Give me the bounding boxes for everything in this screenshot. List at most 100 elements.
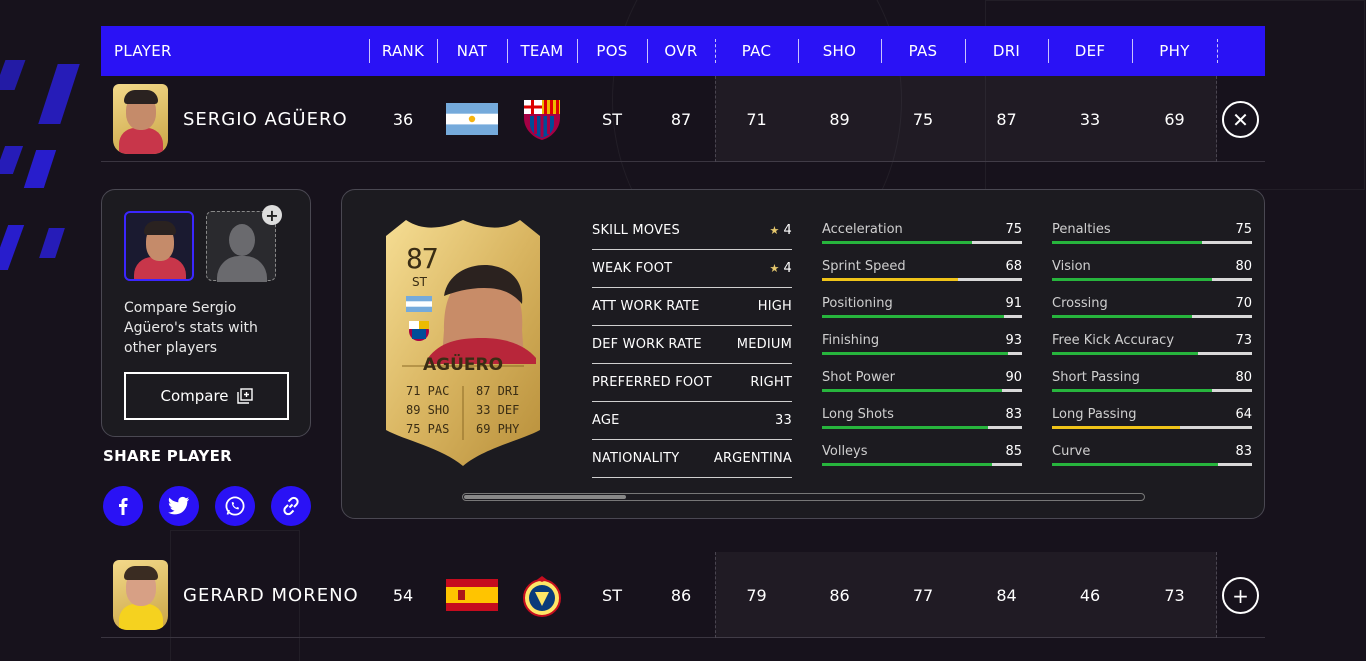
attribute-label: AGE [592,413,620,428]
player-rank: 36 [392,109,414,129]
table-row[interactable]: GERARD MORENO 54 ST 86 79 86 77 84 46 73… [101,552,1265,638]
player-dri: 84 [996,585,1017,605]
close-icon[interactable]: ✕ [1222,101,1259,138]
stat-row: Volleys 85 [822,434,1022,471]
header-pac[interactable]: PAC [715,26,798,76]
nation-flag [437,552,507,638]
stat-label: Penalties [1052,222,1111,237]
player-detail-panel: 87 ST AGÜERO 71 PAC 89 SHO 75 PAS 87 DRI… [341,189,1265,519]
horizontal-scrollbar[interactable] [462,493,1145,501]
facebook-icon[interactable] [103,486,143,526]
header-nat[interactable]: NAT [437,26,507,76]
card-stat: 69 PHY [476,422,520,436]
table-header: PLAYER RANK NAT TEAM POS OVR PAC SHO PAS… [101,26,1265,76]
stat-label: Finishing [822,333,880,348]
stat-bar-fill [1052,426,1180,429]
card-stat: 89 SHO [406,403,450,417]
compare-button[interactable]: Compare [124,372,289,420]
add-player-icon[interactable]: + [262,205,282,225]
card-stat: 33 DEF [476,403,520,417]
stat-bar [822,389,1022,392]
attribute-value: MEDIUM [736,337,792,352]
player-name[interactable]: GERARD MORENO [183,552,359,638]
stat-row: Short Passing 80 [1052,360,1252,397]
link-icon[interactable] [271,486,311,526]
stat-bar-fill [1052,278,1212,281]
stat-row: Curve 83 [1052,434,1252,471]
stat-bar [1052,426,1252,429]
stat-bar-fill [1052,463,1218,466]
stat-bar [822,315,1022,318]
compare-slot-empty[interactable]: + [206,205,282,282]
stat-value: 73 [1235,333,1252,348]
header-rank[interactable]: RANK [369,26,437,76]
player-sho: 89 [829,109,850,129]
stat-bar-fill [822,352,1008,355]
player-pac: 71 [746,109,767,129]
stat-value: 75 [1235,222,1252,237]
attribute-label: DEF WORK RATE [592,337,702,352]
stat-label: Sprint Speed [822,259,906,274]
stat-bar-fill [822,389,1002,392]
attribute-value: 4 [783,261,792,276]
stat-row: Penalties 75 [1052,212,1252,249]
stat-bar [1052,315,1252,318]
player-dri: 87 [996,109,1017,129]
stat-row: Free Kick Accuracy 73 [1052,323,1252,360]
attribute-value: RIGHT [750,375,792,390]
stat-bar [822,426,1022,429]
stat-value: 64 [1235,407,1252,422]
attribute-row: NATIONALITY ARGENTINA [592,440,792,478]
compare-button-label: Compare [160,387,229,405]
attribute-row: DEF WORK RATE MEDIUM [592,326,792,364]
header-ovr[interactable]: OVR [647,26,715,76]
stat-bar-fill [1052,241,1202,244]
whatsapp-icon[interactable] [215,486,255,526]
header-pas[interactable]: PAS [881,26,965,76]
header-pos[interactable]: POS [577,26,647,76]
stat-value: 70 [1235,296,1252,311]
stat-label: Short Passing [1052,370,1140,385]
header-dri[interactable]: DRI [965,26,1048,76]
header-phy[interactable]: PHY [1132,26,1217,76]
attribute-row: SKILL MOVES ★ 4 [592,212,792,250]
attribute-value: 33 [775,413,792,428]
player-phy: 73 [1164,585,1185,605]
header-sho[interactable]: SHO [798,26,881,76]
stat-bar-fill [822,241,972,244]
table-row[interactable]: SERGIO AGÜERO 36 ST 87 71 89 75 87 33 69… [101,76,1265,162]
stat-label: Crossing [1052,296,1108,311]
twitter-icon[interactable] [159,486,199,526]
stat-row: Long Passing 64 [1052,397,1252,434]
stat-row: Positioning 91 [822,286,1022,323]
header-def[interactable]: DEF [1048,26,1132,76]
stat-value: 68 [1005,259,1022,274]
compare-description: Compare Sergio Agüero's stats with other… [124,300,258,356]
stat-bar-fill [822,315,1004,318]
player-pos: ST [602,585,622,605]
stat-bar-fill [822,278,958,281]
compare-slot-player[interactable] [124,211,194,281]
player-name[interactable]: SERGIO AGÜERO [183,76,348,162]
plus-icon[interactable]: + [1222,577,1259,614]
card-stat: 87 DRI [476,384,520,398]
player-def: 33 [1079,109,1101,129]
stat-label: Vision [1052,259,1091,274]
stat-label: Curve [1052,444,1091,459]
stat-row: Vision 80 [1052,249,1252,286]
team-badge [507,76,577,162]
header-player: PLAYER [114,42,172,60]
player-pos: ST [602,109,622,129]
player-card: 87 ST AGÜERO 71 PAC 89 SHO 75 PAS 87 DRI… [384,218,542,468]
stat-bar [1052,352,1252,355]
stat-value: 75 [1005,222,1022,237]
card-rating: 87 [406,242,439,275]
stat-bar-fill [1052,389,1212,392]
header-team[interactable]: TEAM [507,26,577,76]
scrollbar-thumb[interactable] [464,495,626,499]
stat-bar-fill [1052,352,1198,355]
stat-bar [1052,463,1252,466]
stat-label: Free Kick Accuracy [1052,333,1175,348]
card-name: AGÜERO [422,355,504,375]
stat-value: 85 [1005,444,1022,459]
